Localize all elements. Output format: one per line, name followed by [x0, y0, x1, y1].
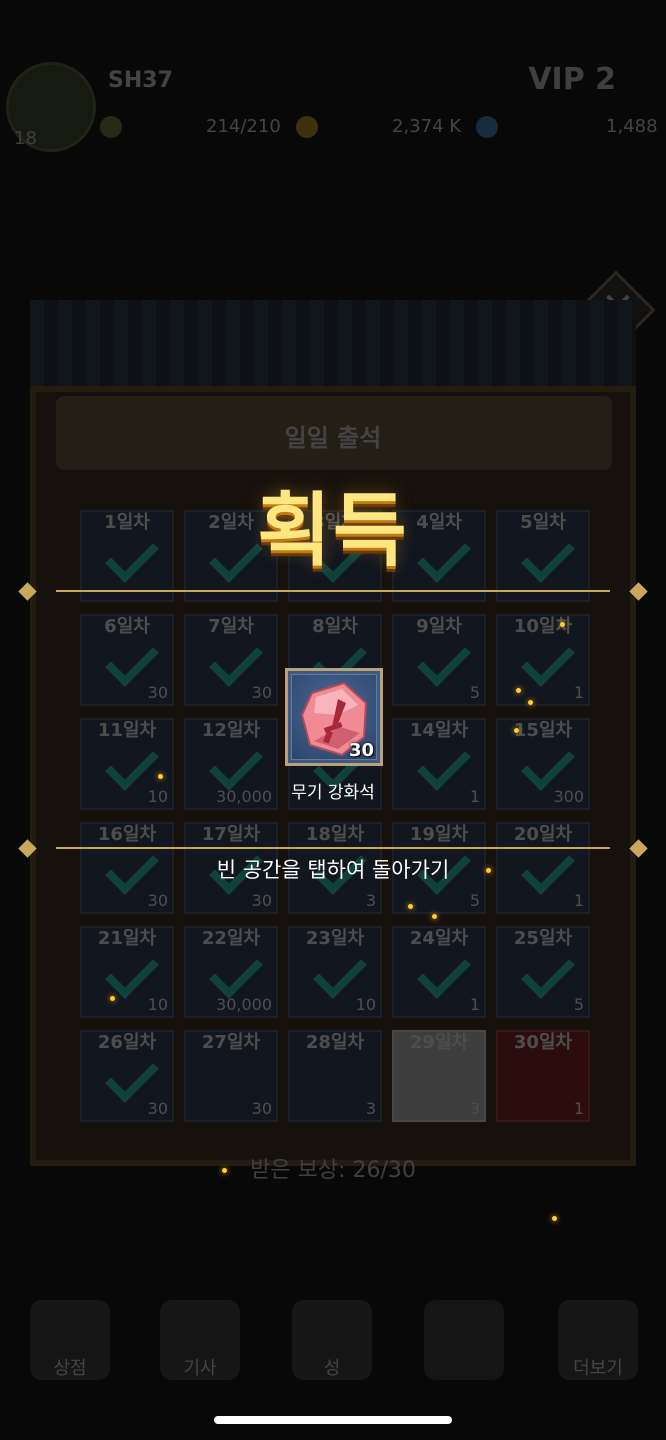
sparkle	[408, 904, 413, 909]
divider-top	[56, 590, 610, 592]
item-name: 무기 강화석	[291, 783, 375, 803]
sparkle	[552, 1216, 557, 1221]
item-count: 30	[348, 740, 374, 761]
sparkle	[110, 996, 115, 1001]
home-indicator[interactable]	[214, 1416, 452, 1424]
sparkle	[432, 914, 437, 919]
sparkle	[486, 868, 491, 873]
sparkle	[528, 700, 533, 705]
divider-diamond-left-top	[18, 582, 37, 601]
divider-diamond-right-top	[629, 582, 648, 601]
reward-overlay[interactable]: 획득 30 무기 강화석 빈 공간을 탭하여 돌아가기	[0, 0, 666, 1440]
acquire-title: 획득	[257, 484, 409, 577]
tap-to-return-hint: 빈 공간을 탭하여 돌아가기	[216, 858, 450, 882]
reward-item-slot[interactable]: 30	[285, 668, 383, 766]
sparkle	[516, 688, 521, 693]
sparkle	[514, 728, 519, 733]
sparkle	[158, 774, 163, 779]
sparkle	[560, 622, 565, 627]
sparkle	[222, 1168, 227, 1173]
divider-bottom	[56, 847, 610, 849]
